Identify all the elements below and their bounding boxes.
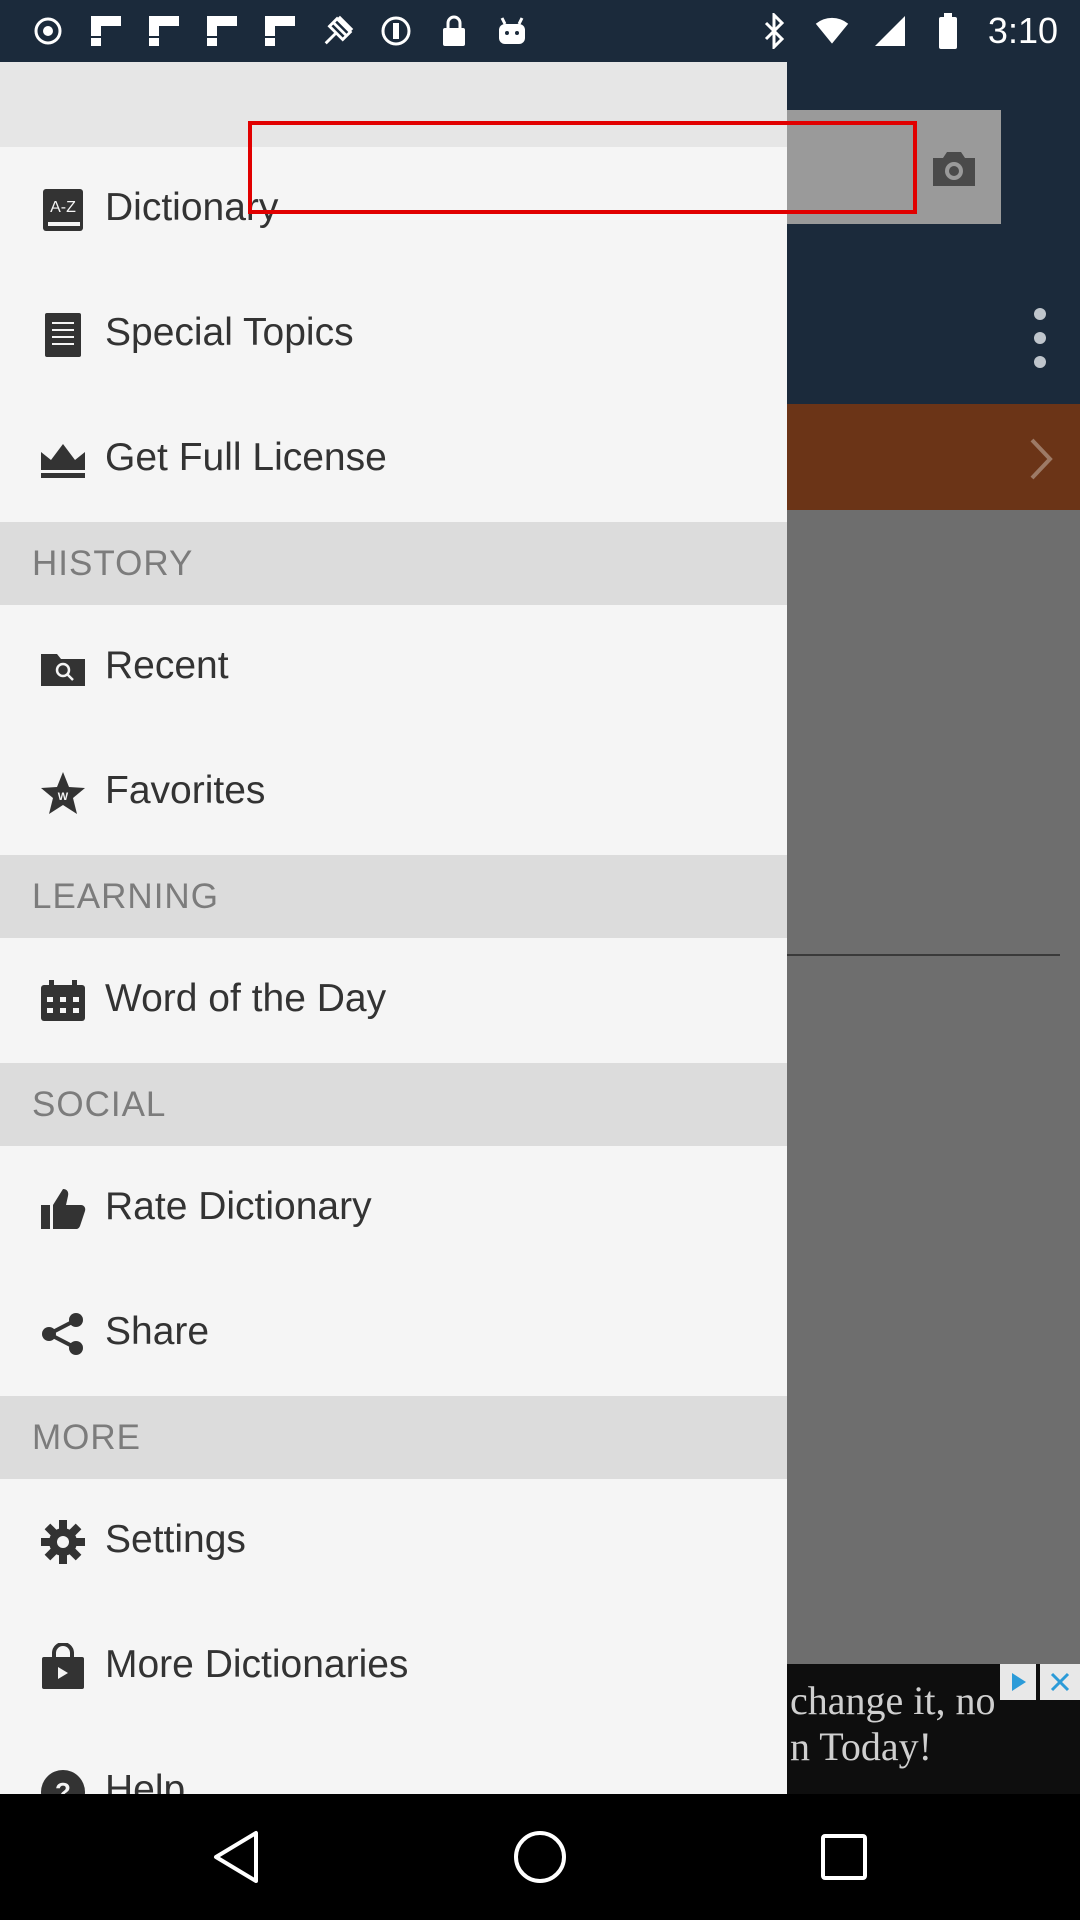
divider — [770, 954, 1060, 956]
ad-choices-icon[interactable] — [1000, 1664, 1036, 1700]
flipboard-icon — [204, 13, 240, 49]
chevron-right-icon[interactable] — [1020, 434, 1060, 484]
menu-item-label: Special Topics — [105, 311, 354, 354]
folder-search-icon — [38, 643, 88, 693]
battery-icon — [930, 13, 966, 49]
shopping-bag-icon — [38, 1642, 88, 1692]
section-title: SOCIAL — [32, 1085, 167, 1124]
camera-icon[interactable] — [920, 140, 988, 196]
overflow-menu-icon[interactable] — [1020, 308, 1060, 368]
svg-text:W: W — [58, 791, 69, 803]
menu-item-settings[interactable]: Settings — [0, 1479, 787, 1604]
navigation-bar — [0, 1794, 1080, 1920]
flipboard-icon — [88, 13, 124, 49]
section-title: LEARNING — [32, 877, 219, 916]
ad-line-1: change it, no — [790, 1678, 996, 1723]
menu-item-recent[interactable]: Recent — [0, 605, 787, 730]
flipboard-icon — [262, 13, 298, 49]
menu-item-favorites[interactable]: W Favorites — [0, 730, 787, 855]
menu-item-word-of-the-day[interactable]: Word of the Day — [0, 938, 787, 1063]
recents-icon[interactable] — [811, 1824, 877, 1890]
a-z-dictionary-icon: A-Z — [38, 185, 88, 235]
share-icon — [38, 1309, 88, 1359]
document-icon — [38, 310, 88, 360]
ad-line-2: n Today! — [790, 1724, 932, 1769]
home-icon[interactable] — [507, 1824, 573, 1890]
notification-icons — [30, 10, 530, 52]
ad-close-icon[interactable] — [1040, 1664, 1080, 1700]
clock: 3:10 — [987, 10, 1058, 51]
menu-item-label: Get Full License — [105, 436, 387, 479]
menu-item-label: Share — [105, 1310, 210, 1353]
section-header-social: SOCIAL — [0, 1063, 787, 1146]
menu-item-share[interactable]: Share — [0, 1271, 787, 1396]
ad-text: change it, no n Today! — [790, 1678, 996, 1770]
record-icon — [30, 13, 66, 49]
status-bar: 3:10 — [0, 0, 1080, 62]
menu-item-label: Recent — [105, 644, 229, 687]
svg-text:A-Z: A-Z — [50, 199, 76, 216]
sync-icon — [378, 13, 414, 49]
menu-item-help[interactable]: ? Help — [0, 1729, 787, 1794]
help-icon: ? — [38, 1767, 88, 1794]
lock-icon — [436, 13, 472, 49]
navigation-drawer: A-Z Dictionary Special Topics Get Full L… — [0, 62, 787, 1794]
highlight-box — [248, 121, 917, 214]
section-title: MORE — [32, 1418, 141, 1457]
android-icon — [494, 13, 530, 49]
menu-item-rate-dictionary[interactable]: Rate Dictionary — [0, 1146, 787, 1271]
menu-item-get-full-license[interactable]: Get Full License — [0, 397, 787, 522]
section-title: HISTORY — [32, 544, 194, 583]
menu-item-label: Favorites — [105, 769, 266, 812]
menu-item-label: Rate Dictionary — [105, 1185, 372, 1228]
flipboard-icon — [146, 13, 182, 49]
wifi-icon — [814, 13, 850, 49]
menu-item-label: More Dictionaries — [105, 1643, 409, 1686]
calendar-icon — [38, 976, 88, 1026]
system-icons: 3:10 — [756, 10, 1058, 52]
thumbs-up-icon — [38, 1184, 88, 1234]
ad-banner[interactable]: change it, no n Today! — [770, 1664, 1080, 1794]
section-header-history: HISTORY — [0, 522, 787, 605]
crown-icon — [38, 435, 88, 485]
svg-text:?: ? — [55, 1777, 71, 1794]
menu-item-label: Help — [105, 1768, 186, 1794]
menu-item-more-dictionaries[interactable]: More Dictionaries — [0, 1604, 787, 1729]
section-header-learning: LEARNING — [0, 855, 787, 938]
back-icon[interactable] — [203, 1824, 269, 1890]
signal-icon — [872, 13, 908, 49]
gear-icon — [38, 1517, 88, 1567]
fake-gps-icon — [320, 13, 356, 49]
bluetooth-icon — [756, 13, 792, 49]
star-icon: W — [38, 768, 88, 818]
menu-item-special-topics[interactable]: Special Topics — [0, 272, 787, 397]
menu-item-label: Settings — [105, 1518, 246, 1561]
menu-item-label: Word of the Day — [105, 977, 387, 1020]
section-header-more: MORE — [0, 1396, 787, 1479]
